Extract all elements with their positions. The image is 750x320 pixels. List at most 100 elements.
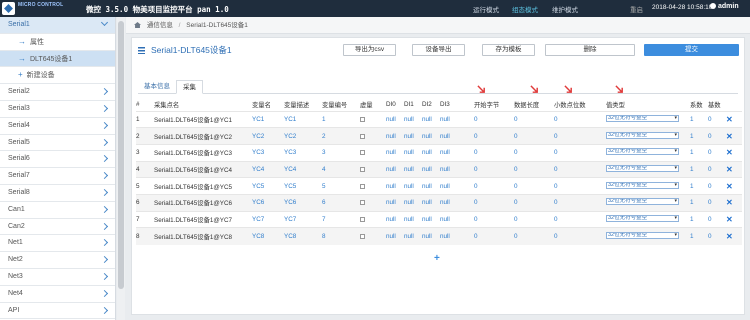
cell-start[interactable]: 0 [474, 193, 514, 212]
cell-desc[interactable]: YC5 [284, 177, 322, 195]
cell-len[interactable]: 0 [514, 160, 554, 178]
sidebar-item-serial6[interactable]: Serial6 [0, 151, 115, 169]
chevron-right-icon[interactable] [100, 222, 109, 230]
cell-coef[interactable]: 1 [690, 160, 708, 178]
chevron-right-icon[interactable] [100, 239, 109, 247]
cell-di2[interactable]: null [422, 177, 440, 195]
cell-di2[interactable]: null [422, 193, 440, 212]
cell-di3[interactable]: null [440, 127, 474, 145]
sidebar-item-net4[interactable]: Net4 [0, 286, 115, 303]
cell-var[interactable]: YC7 [252, 210, 284, 228]
cell-var[interactable]: YC1 [252, 110, 284, 128]
cell-di0[interactable]: null [386, 227, 404, 245]
cell-base[interactable]: 0 [708, 210, 726, 228]
chevron-right-icon[interactable] [100, 289, 109, 297]
cell-di0[interactable]: null [386, 143, 404, 162]
cell-len[interactable]: 0 [514, 127, 554, 145]
home-icon[interactable] [134, 22, 141, 28]
cell-di3[interactable]: null [440, 160, 474, 178]
sidebar-item-serial4[interactable]: Serial4 [0, 118, 115, 135]
cell-start[interactable]: 0 [474, 127, 514, 145]
cell-di0[interactable]: null [386, 110, 404, 128]
cell-start[interactable]: 0 [474, 227, 514, 245]
submit-button[interactable]: 提交 [644, 44, 739, 56]
cell-len[interactable]: 0 [514, 143, 554, 162]
virtual-checkbox[interactable] [360, 233, 365, 239]
cell-start[interactable]: 0 [474, 110, 514, 128]
virtual-checkbox[interactable] [360, 200, 365, 206]
cell-base[interactable]: 0 [708, 177, 726, 195]
export-device-button[interactable]: 设备导出 [412, 44, 465, 56]
cell-dec[interactable]: 0 [554, 210, 606, 228]
value-type-select[interactable]: 32位无符号整型 [606, 131, 679, 139]
cell-coef[interactable]: 1 [690, 210, 708, 228]
virtual-checkbox[interactable] [360, 133, 365, 139]
cell-coef[interactable]: 1 [690, 177, 708, 195]
cell-len[interactable]: 0 [514, 177, 554, 195]
chevron-right-icon[interactable] [100, 104, 109, 113]
cell-no[interactable]: 6 [322, 193, 360, 212]
cell-coef[interactable]: 1 [690, 227, 708, 245]
delete-row-icon[interactable]: ✕ [726, 198, 733, 207]
user-menu[interactable]: admin [710, 3, 739, 10]
chevron-down-icon[interactable] [100, 18, 109, 27]
chevron-right-icon[interactable] [100, 155, 109, 163]
chevron-right-icon[interactable] [100, 138, 109, 146]
chevron-right-icon[interactable] [100, 256, 109, 264]
sidebar-item--[interactable]: → 属性 [0, 34, 115, 51]
cell-start[interactable]: 0 [474, 160, 514, 178]
mode-run[interactable]: 运行模式 [473, 4, 499, 14]
cell-no[interactable]: 8 [322, 227, 360, 245]
chevron-right-icon[interactable] [100, 205, 109, 213]
chevron-right-icon[interactable] [100, 272, 109, 280]
cell-len[interactable]: 0 [514, 210, 554, 228]
cell-di1[interactable]: null [404, 127, 422, 145]
virtual-checkbox[interactable] [360, 183, 365, 189]
cell-base[interactable]: 0 [708, 193, 726, 212]
cell-base[interactable]: 0 [708, 227, 726, 245]
delete-row-icon[interactable]: ✕ [726, 115, 733, 124]
cell-dec[interactable]: 0 [554, 193, 606, 212]
cell-var[interactable]: YC8 [252, 227, 284, 245]
cell-di1[interactable]: null [404, 227, 422, 245]
cell-di2[interactable]: null [422, 227, 440, 245]
cell-var[interactable]: YC2 [252, 127, 284, 145]
cell-len[interactable]: 0 [514, 110, 554, 128]
cell-dec[interactable]: 0 [554, 127, 606, 145]
export-csv-button[interactable]: 导出为csv [343, 44, 396, 56]
chevron-right-icon[interactable] [100, 121, 109, 129]
cell-di2[interactable]: null [422, 143, 440, 162]
cell-no[interactable]: 4 [322, 160, 360, 178]
cell-coef[interactable]: 1 [690, 143, 708, 162]
cell-no[interactable]: 3 [322, 143, 360, 162]
cell-base[interactable]: 0 [708, 160, 726, 178]
cell-di2[interactable]: null [422, 210, 440, 228]
tab-basic-info[interactable]: 基本信息 [138, 80, 176, 94]
cell-dec[interactable]: 0 [554, 177, 606, 195]
cell-di3[interactable]: null [440, 210, 474, 228]
cell-len[interactable]: 0 [514, 227, 554, 245]
chevron-right-icon[interactable] [100, 172, 109, 180]
cell-desc[interactable]: YC2 [284, 127, 322, 145]
value-type-select[interactable]: 32位无符号整型 [606, 231, 679, 239]
sidebar-item-net3[interactable]: Net3 [0, 269, 115, 286]
cell-di0[interactable]: null [386, 177, 404, 195]
sidebar-item-serial1[interactable]: Serial1 [0, 17, 115, 34]
cell-di0[interactable]: null [386, 193, 404, 212]
cell-dec[interactable]: 0 [554, 227, 606, 245]
cell-di1[interactable]: null [404, 160, 422, 178]
cell-dec[interactable]: 0 [554, 143, 606, 162]
cell-desc[interactable]: YC7 [284, 210, 322, 228]
breadcrumb-root[interactable]: 通信信息 [147, 22, 173, 29]
cell-var[interactable]: YC6 [252, 193, 284, 212]
cell-di1[interactable]: null [404, 143, 422, 162]
virtual-checkbox[interactable] [360, 216, 365, 222]
mode-config[interactable]: 组态模式 [512, 4, 538, 14]
chevron-right-icon[interactable] [100, 306, 109, 314]
cell-di3[interactable]: null [440, 177, 474, 195]
restart-button[interactable]: 重启 [630, 4, 643, 14]
cell-di1[interactable]: null [404, 193, 422, 212]
value-type-select[interactable]: 32位无符号整型 [606, 164, 679, 172]
cell-di0[interactable]: null [386, 210, 404, 228]
cell-start[interactable]: 0 [474, 177, 514, 195]
